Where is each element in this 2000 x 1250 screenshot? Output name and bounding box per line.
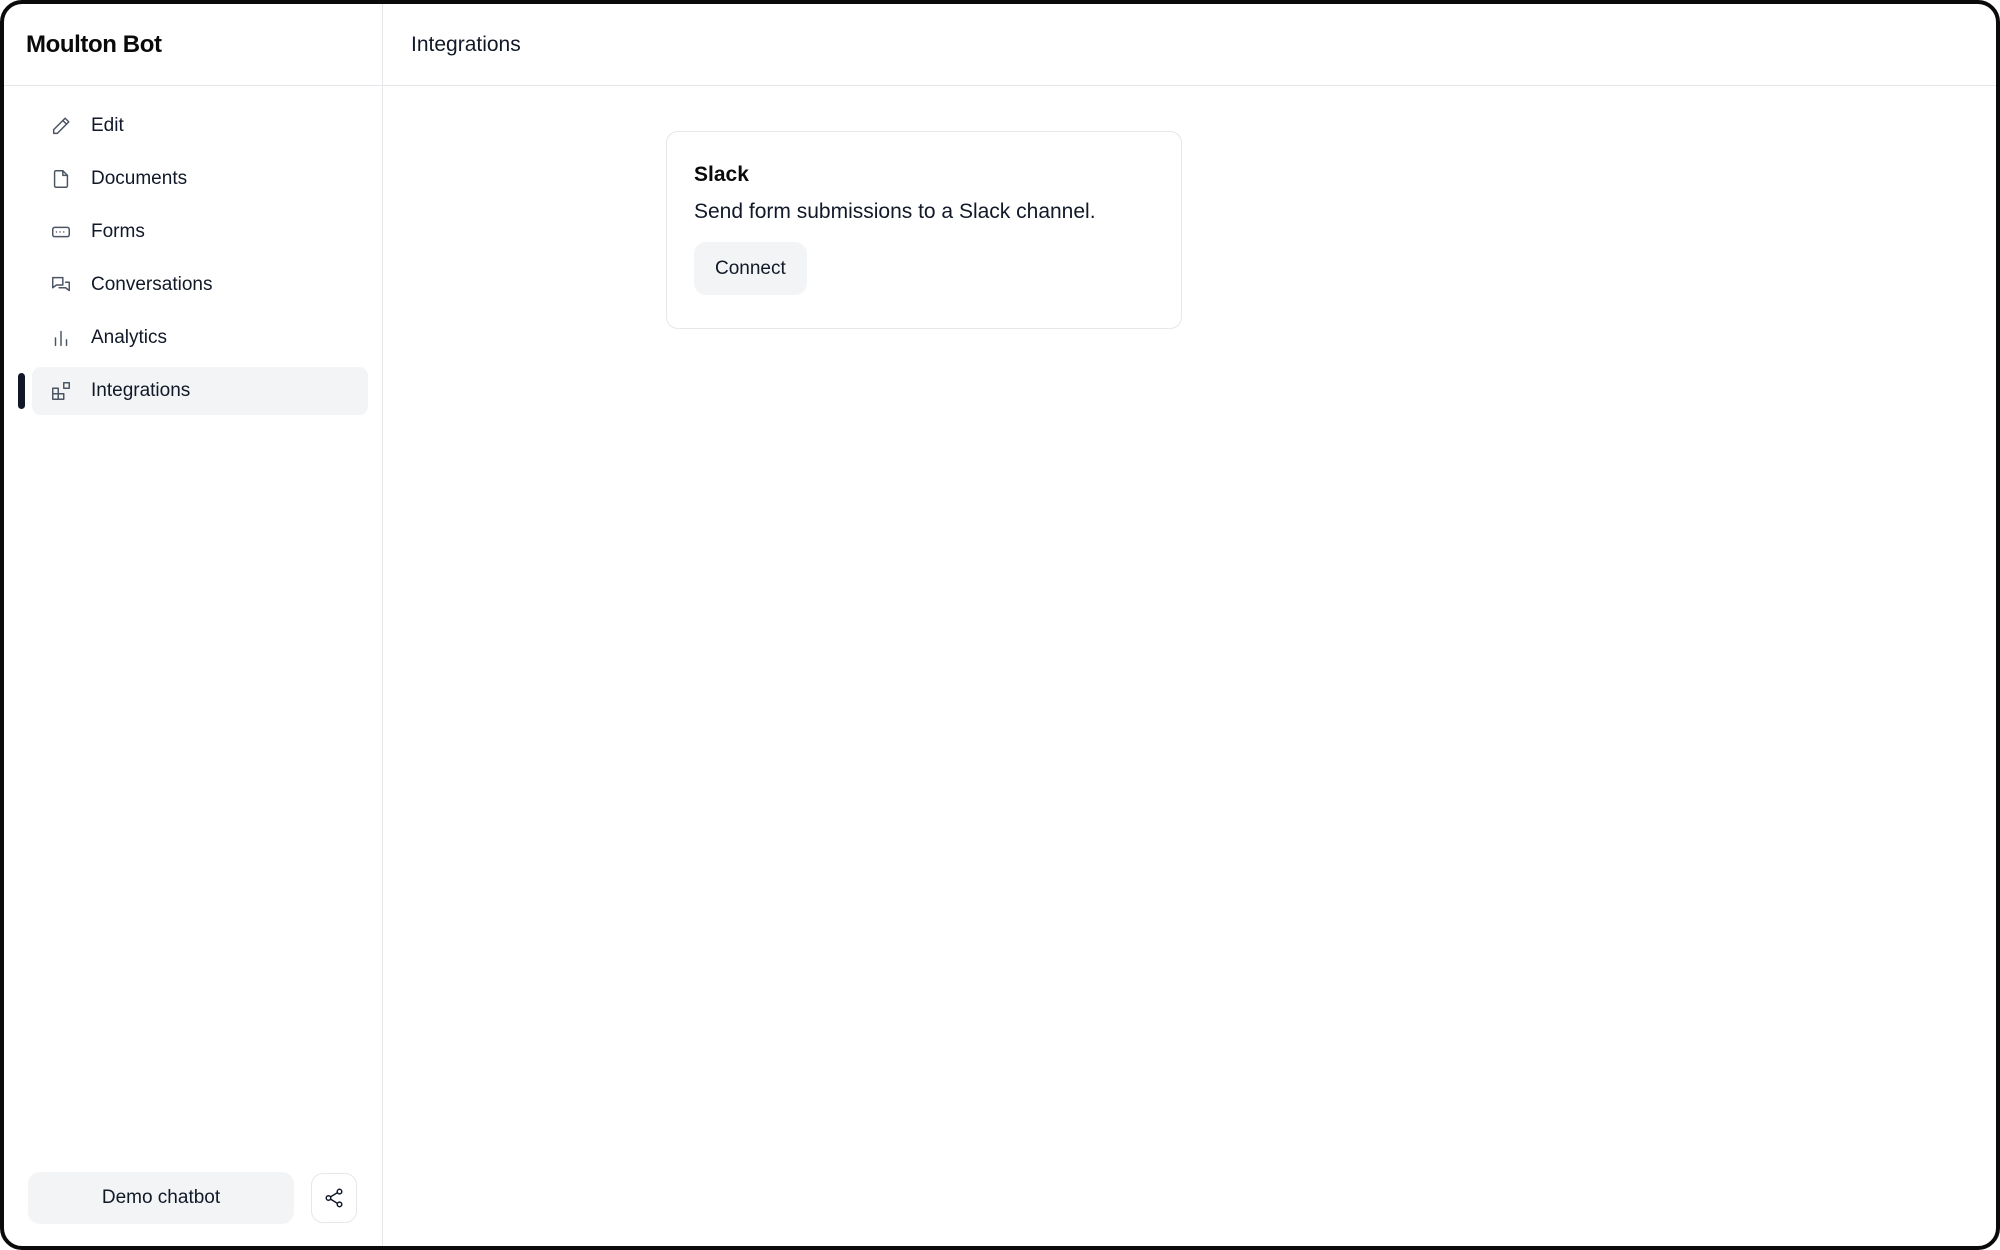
sidebar-item-forms[interactable]: Forms <box>32 208 368 256</box>
sidebar-item-integrations[interactable]: Integrations <box>18 367 368 415</box>
pencil-icon <box>50 115 72 137</box>
connect-button[interactable]: Connect <box>694 242 807 295</box>
share-icon <box>323 1187 345 1209</box>
integration-description: Send form submissions to a Slack channel… <box>694 200 1096 223</box>
sidebar-item-label: Analytics <box>91 327 168 348</box>
app-window: Moulton Bot Edit Documents Forms Convers… <box>0 0 2000 1250</box>
sidebar: Moulton Bot Edit Documents Forms Convers… <box>4 4 383 1246</box>
sidebar-item-analytics[interactable]: Analytics <box>32 314 368 362</box>
integration-name: Slack <box>694 163 749 186</box>
sidebar-item-documents[interactable]: Documents <box>32 155 368 203</box>
bar-chart-icon <box>50 327 72 349</box>
integrations-icon <box>50 380 72 402</box>
sidebar-nav: Edit Documents Forms Conversations Analy… <box>4 102 382 420</box>
main-content: Integrations Slack Send form submissions… <box>383 4 1996 1246</box>
sidebar-item-label: Edit <box>91 115 124 136</box>
form-icon <box>50 221 72 243</box>
sidebar-item-edit[interactable]: Edit <box>32 102 368 150</box>
sidebar-item-conversations[interactable]: Conversations <box>32 261 368 309</box>
demo-chatbot-button[interactable]: Demo chatbot <box>28 1172 294 1224</box>
sidebar-item-label: Forms <box>91 221 145 242</box>
sidebar-item-label: Documents <box>91 168 188 189</box>
page-title: Integrations <box>383 4 1996 86</box>
app-title: Moulton Bot <box>4 4 382 86</box>
share-button[interactable] <box>311 1173 357 1223</box>
sidebar-footer: Demo chatbot <box>28 1172 357 1224</box>
integration-card-slack: Slack Send form submissions to a Slack c… <box>666 131 1182 329</box>
sidebar-item-label: Integrations <box>91 380 191 401</box>
sidebar-item-label: Conversations <box>91 274 213 295</box>
chat-icon <box>50 274 72 296</box>
document-icon <box>50 168 72 190</box>
